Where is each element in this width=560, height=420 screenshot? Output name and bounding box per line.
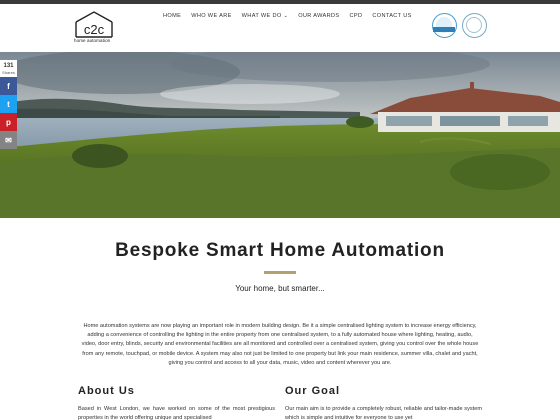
chevron-down-icon: ⌄ xyxy=(283,13,289,19)
logo-tagline: home automation xyxy=(74,38,111,43)
page-tagline: Your home, but smarter... xyxy=(235,284,325,293)
logo-mark: c2c xyxy=(75,11,113,38)
nav-item-cpd[interactable]: CPD xyxy=(350,13,363,19)
award-badge-icon[interactable] xyxy=(432,13,457,38)
nav-item-who-we-are[interactable]: WHO WE ARE xyxy=(191,13,231,19)
logo-mark-text: c2c xyxy=(84,22,105,37)
pinterest-icon[interactable]: p xyxy=(0,113,17,131)
site-header: c2c home automation HOME WHO WE ARE WHAT… xyxy=(0,4,560,52)
our-goal-text: Our main aim is to provide a completely … xyxy=(285,406,482,420)
title-divider xyxy=(264,271,296,274)
our-goal-heading: Our Goal xyxy=(285,385,341,397)
page-title: Bespoke Smart Home Automation xyxy=(115,240,445,261)
nav-item-contact-us[interactable]: CONTACT US xyxy=(372,13,411,19)
main-nav: HOME WHO WE ARE WHAT WE DO ⌄ OUR AWARDS C… xyxy=(163,13,422,19)
nav-item-what-we-do[interactable]: WHAT WE DO ⌄ xyxy=(242,13,289,19)
certification-badge-icon[interactable] xyxy=(462,13,487,38)
about-us-text: Based in West London, we have worked on … xyxy=(78,406,275,420)
hero-landscape xyxy=(0,52,560,218)
about-us-heading: About Us xyxy=(78,385,135,397)
facebook-icon[interactable]: f xyxy=(0,77,17,95)
nav-item-our-awards[interactable]: OUR AWARDS xyxy=(298,13,339,19)
nav-item-home[interactable]: HOME xyxy=(163,13,181,19)
hero-image xyxy=(0,52,560,218)
twitter-icon[interactable]: t xyxy=(0,95,17,113)
c2c-logo[interactable]: c2c home automation xyxy=(74,10,114,44)
share-count: 131 Shares xyxy=(0,60,17,77)
social-share-bar: 131 Shares f t p ✉ xyxy=(0,60,17,149)
intro-paragraph: Home automation systems are now playing … xyxy=(81,323,479,366)
email-icon[interactable]: ✉ xyxy=(0,131,17,149)
